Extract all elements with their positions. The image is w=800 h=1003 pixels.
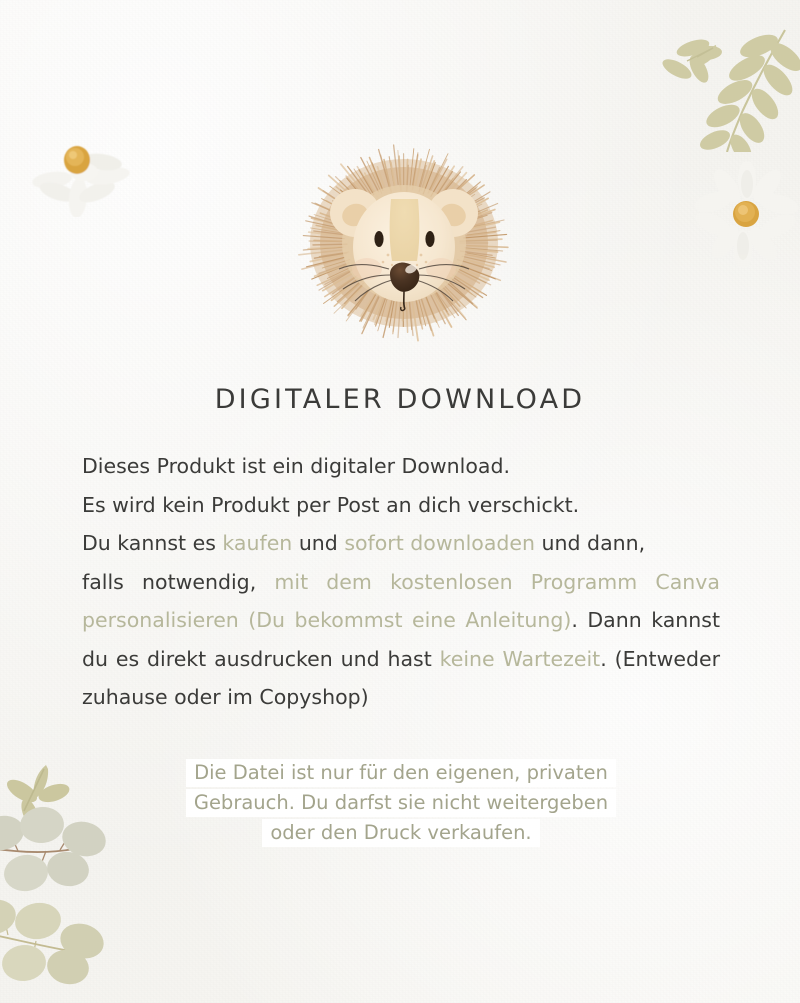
greeting-card-page: DIGITALER DOWNLOAD Dieses Produkt ist ei… xyxy=(0,0,800,1003)
daisy-right-icon xyxy=(695,162,799,267)
body-line-1-text: Dieses Produkt ist ein digitaler Downloa… xyxy=(82,454,510,478)
disclaimer-line-3: oder den Druck verkaufen. xyxy=(82,818,720,848)
disclaimer-block: Die Datei ist nur für den eigenen, priva… xyxy=(82,758,720,848)
highlight-sofort-downloaden: sofort downloaden xyxy=(344,531,536,555)
disclaimer-line-3-text: oder den Druck verkaufen. xyxy=(262,819,540,847)
body-paragraph-justified: falls notwendig, mit dem kostenlosen Pro… xyxy=(82,563,720,717)
highlight-keine-wartezeit: keine Wartezeit xyxy=(439,646,601,671)
body-copy: Dieses Produkt ist ein digitaler Downloa… xyxy=(82,447,720,717)
body-line-2: Es wird kein Produkt per Post an dich ve… xyxy=(82,486,720,525)
olive-branch-top-right-icon xyxy=(662,29,800,152)
disclaimer-line-1: Die Datei ist nur für den eigenen, priva… xyxy=(82,758,720,788)
body-line-3-part-c: und dann, xyxy=(535,531,646,555)
body-line-3: Du kannst es kaufen und sofort downloade… xyxy=(82,524,720,563)
daisy-top-left-icon xyxy=(32,146,130,217)
highlight-kaufen: kaufen xyxy=(222,531,293,555)
paragraph-part-a: falls notwendig, xyxy=(82,569,275,594)
body-line-3-part-a: Du kannst es xyxy=(82,531,223,555)
disclaimer-line-1-text: Die Datei ist nur für den eigenen, priva… xyxy=(186,759,616,787)
body-line-3-part-b: und xyxy=(292,531,345,555)
body-line-1: Dieses Produkt ist ein digitaler Downloa… xyxy=(82,447,720,486)
body-line-2-text: Es wird kein Produkt per Post an dich ve… xyxy=(82,492,580,517)
disclaimer-line-2: Gebrauch. Du darfst sie nicht weitergebe… xyxy=(82,788,720,818)
disclaimer-line-2-text: Gebrauch. Du darfst sie nicht weitergebe… xyxy=(185,789,617,817)
page-title: DIGITALER DOWNLOAD xyxy=(214,384,586,415)
lion-head-illustration xyxy=(298,144,509,342)
